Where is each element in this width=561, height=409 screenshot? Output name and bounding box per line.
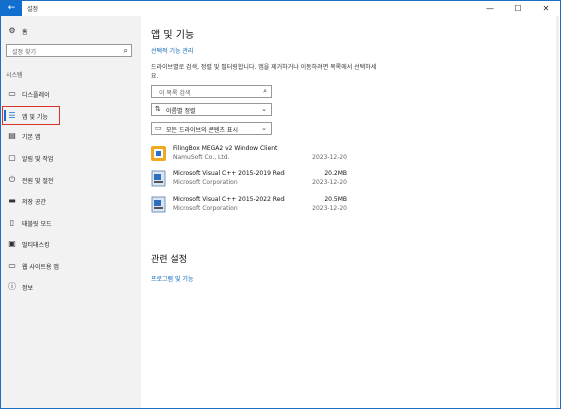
sort-value: 이름별 정렬 xyxy=(166,108,196,115)
app-publisher: Microsoft Corporation xyxy=(173,179,238,186)
sidebar-item-label: 전원 및 절전 xyxy=(22,178,54,185)
sidebar-item-display[interactable]: ▭ 디스플레이 xyxy=(1,86,141,102)
app-list-search-input[interactable]: 이 목록 검색 ⌕ xyxy=(151,85,272,98)
sidebar-item-storage[interactable]: ▬ 저장 공간 xyxy=(1,193,141,209)
list-search-placeholder: 이 목록 검색 xyxy=(159,90,191,97)
chevron-down-icon: ⌄ xyxy=(261,105,267,113)
title-bar: ← 설정 — ☐ ✕ xyxy=(1,1,560,16)
sidebar-item-label: 디스플레이 xyxy=(22,92,50,99)
app-name: Microsoft Visual C++ 2015-2019 Redistrib… xyxy=(173,170,285,177)
search-placeholder: 설정 찾기 xyxy=(12,49,36,56)
app-list-item[interactable]: Microsoft Visual C++ 2015-2019 Redistrib… xyxy=(151,169,347,189)
scrollbar[interactable] xyxy=(556,16,559,408)
power-icon: ⏻ xyxy=(8,175,16,184)
sidebar-item-label: 정보 xyxy=(22,285,34,292)
close-button[interactable]: ✕ xyxy=(534,1,558,16)
minimize-button[interactable]: — xyxy=(478,1,502,16)
app-size: 20.5MB xyxy=(324,196,347,203)
app-name: FilingBox MEGA2 v2 Window Client xyxy=(173,145,278,152)
section-label: 시스템 xyxy=(6,72,23,79)
maximize-button[interactable]: ☐ xyxy=(506,1,530,16)
app-publisher: Microsoft Corporation xyxy=(173,205,238,212)
settings-search-input[interactable]: 설정 찾기 ⌕ xyxy=(6,44,132,57)
sidebar-item-label: 앱 및 기능 xyxy=(22,114,48,121)
installer-icon xyxy=(151,196,166,213)
sidebar-item-label: 태블릿 모드 xyxy=(22,221,52,228)
drive-filter-dropdown[interactable]: ▭ 모든 드라이브의 콘텐츠 표시 ⌄ xyxy=(151,122,272,135)
app-list-item[interactable]: FilingBox MEGA2 v2 Window Client NamuSof… xyxy=(151,144,347,164)
back-button[interactable]: ← xyxy=(1,1,22,16)
app-publisher: NamuSoft Co., Ltd. xyxy=(173,154,230,161)
storage-icon: ▬ xyxy=(8,196,16,205)
related-settings-title: 관련 설정 xyxy=(151,255,187,265)
multitask-icon: ▣ xyxy=(8,239,16,248)
chevron-down-icon: ⌄ xyxy=(261,124,267,132)
installer-icon xyxy=(151,170,166,187)
filter-value: 모든 드라이브의 콘텐츠 표시 xyxy=(166,127,238,134)
display-icon: ▭ xyxy=(8,89,16,98)
sidebar-item-default-apps[interactable]: ▤ 기본 앱 xyxy=(1,128,141,144)
apps-list-icon: ☰ xyxy=(8,111,16,120)
tablet-icon: ▯ xyxy=(9,218,15,227)
sidebar-item-tablet-mode[interactable]: ▯ 태블릿 모드 xyxy=(1,215,141,231)
sidebar-item-power[interactable]: ⏻ 전원 및 절전 xyxy=(1,172,141,188)
optional-features-link[interactable]: 선택적 기능 관리 xyxy=(151,46,193,55)
sidebar-item-label: 웹 사이트용 앱 xyxy=(22,264,59,271)
home-icon: ⚙ xyxy=(8,26,16,35)
drive-icon: ▭ xyxy=(155,124,162,132)
app-size: 20.2MB xyxy=(324,170,347,177)
window-title: 설정 xyxy=(27,6,39,13)
sidebar-item-label: 기본 앱 xyxy=(22,134,41,141)
sidebar-item-web-apps[interactable]: ▭ 웹 사이트용 앱 xyxy=(1,258,141,274)
search-icon: ⌕ xyxy=(123,46,128,55)
sidebar-item-label: 홈 xyxy=(22,29,28,36)
page-title: 앱 및 기능 xyxy=(151,30,195,41)
settings-window: ← 설정 — ☐ ✕ ⚙ 홈 설정 찾기 ⌕ 시스템 ▭ 디스플레이 ☰ 앱 및… xyxy=(0,0,561,409)
app-install-date: 2023-12-20 xyxy=(312,205,347,212)
main-content: 앱 및 기능 선택적 기능 관리 드라이브별로 검색, 정렬 및 필터링합니다.… xyxy=(141,16,559,408)
sort-icon: ⇅ xyxy=(155,105,161,113)
sidebar-item-home[interactable]: ⚙ 홈 xyxy=(1,23,141,39)
info-icon: ⓘ xyxy=(8,282,16,291)
description-text: 드라이브별로 검색, 정렬 및 필터링합니다. 앱을 제거하거나 이동하려면 목… xyxy=(151,64,377,80)
app-name: Microsoft Visual C++ 2015-2022 Redistrib… xyxy=(173,196,285,203)
sidebar-item-apps-features[interactable]: ☰ 앱 및 기능 xyxy=(1,108,141,124)
programs-features-link[interactable]: 프로그램 및 기능 xyxy=(151,274,193,283)
sidebar-item-label: 멀티태스킹 xyxy=(22,242,50,249)
sidebar: ⚙ 홈 설정 찾기 ⌕ 시스템 ▭ 디스플레이 ☰ 앱 및 기능 ▤ 기본 앱 … xyxy=(1,16,141,408)
filingbox-icon xyxy=(151,146,166,161)
app-install-date: 2023-12-20 xyxy=(312,154,347,161)
sidebar-item-multitasking[interactable]: ▣ 멀티태스킹 xyxy=(1,236,141,252)
sidebar-item-label: 저장 공간 xyxy=(22,199,46,206)
sidebar-item-label: 알림 및 작업 xyxy=(22,156,54,163)
search-icon: ⌕ xyxy=(263,87,267,95)
sidebar-item-about[interactable]: ⓘ 정보 xyxy=(1,279,141,295)
default-apps-icon: ▤ xyxy=(8,131,16,140)
sidebar-item-notifications[interactable]: ▢ 알림 및 작업 xyxy=(1,150,141,166)
app-install-date: 2023-12-20 xyxy=(312,179,347,186)
web-apps-icon: ▭ xyxy=(8,261,16,270)
notification-icon: ▢ xyxy=(8,153,16,162)
app-list-item[interactable]: Microsoft Visual C++ 2015-2022 Redistrib… xyxy=(151,195,347,215)
sort-dropdown[interactable]: ⇅ 이름별 정렬 ⌄ xyxy=(151,103,272,116)
